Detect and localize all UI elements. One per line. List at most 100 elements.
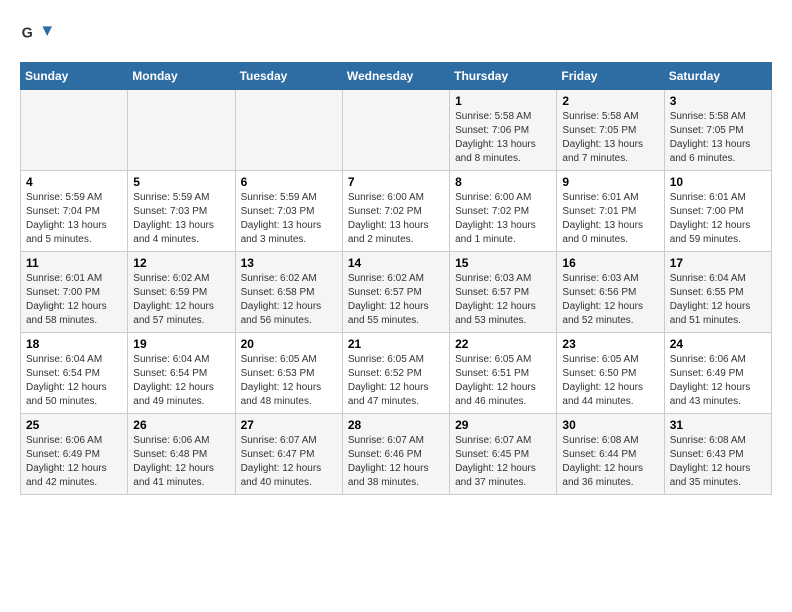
calendar-cell [21,90,128,171]
day-info: Sunrise: 6:05 AM Sunset: 6:51 PM Dayligh… [455,353,551,409]
day-info: Sunrise: 6:06 AM Sunset: 6:49 PM Dayligh… [670,353,766,409]
day-info: Sunrise: 6:05 AM Sunset: 6:53 PM Dayligh… [241,353,337,409]
weekday-saturday: Saturday [664,63,771,90]
day-number: 2 [562,94,658,108]
day-number: 9 [562,175,658,189]
day-number: 20 [241,337,337,351]
calendar-cell: 2Sunrise: 5:58 AM Sunset: 7:05 PM Daylig… [557,90,664,171]
calendar-cell: 20 Sunrise: 6:05 AM Sunset: 6:53 PM Dayli… [235,333,342,414]
calendar-cell: 8 Sunrise: 6:00 AM Sunset: 7:02 PM Daylig… [450,171,557,252]
calendar-cell: 21 Sunrise: 6:05 AM Sunset: 6:52 PM Dayli… [342,333,449,414]
calendar-body: 1 Sunrise: 5:58 AM Sunset: 7:06 PM Daylig… [21,90,772,495]
calendar-header: SundayMondayTuesdayWednesdayThursdayFrid… [21,63,772,90]
day-number: 3 [670,94,766,108]
calendar-cell [235,90,342,171]
day-info: Sunrise: 6:02 AM Sunset: 6:57 PM Dayligh… [348,272,444,328]
day-info: Sunrise: 6:02 AM Sunset: 6:58 PM Dayligh… [241,272,337,328]
day-number: 30 [562,418,658,432]
day-number: 5 [133,175,229,189]
day-info: Sunrise: 6:07 AM Sunset: 6:45 PM Dayligh… [455,434,551,490]
calendar-cell: 27Sunrise: 6:07 AM Sunset: 6:47 PM Dayli… [235,414,342,495]
calendar-cell: 29 Sunrise: 6:07 AM Sunset: 6:45 PM Dayli… [450,414,557,495]
weekday-wednesday: Wednesday [342,63,449,90]
svg-text:G: G [22,26,33,42]
logo: G [20,20,56,52]
day-number: 4 [26,175,122,189]
calendar-cell: 31 Sunrise: 6:08 AM Sunset: 6:43 PM Dayli… [664,414,771,495]
day-info: Sunrise: 6:05 AM Sunset: 6:50 PM Dayligh… [562,353,658,409]
day-info: Sunrise: 6:05 AM Sunset: 6:52 PM Dayligh… [348,353,444,409]
weekday-tuesday: Tuesday [235,63,342,90]
weekday-thursday: Thursday [450,63,557,90]
logo-icon: G [20,20,52,52]
calendar-cell: 26 Sunrise: 6:06 AM Sunset: 6:48 PM Dayli… [128,414,235,495]
day-info: Sunrise: 6:03 AM Sunset: 6:56 PM Dayligh… [562,272,658,328]
day-info: Sunrise: 6:06 AM Sunset: 6:49 PM Dayligh… [26,434,122,490]
day-info: Sunrise: 6:08 AM Sunset: 6:44 PM Dayligh… [562,434,658,490]
day-info: Sunrise: 6:04 AM Sunset: 6:55 PM Dayligh… [670,272,766,328]
calendar-cell: 28 Sunrise: 6:07 AM Sunset: 6:46 PM Dayli… [342,414,449,495]
day-number: 26 [133,418,229,432]
day-number: 19 [133,337,229,351]
day-number: 10 [670,175,766,189]
day-number: 16 [562,256,658,270]
day-info: Sunrise: 6:00 AM Sunset: 7:02 PM Dayligh… [455,191,551,247]
weekday-monday: Monday [128,63,235,90]
day-info: Sunrise: 6:07 AM Sunset: 6:47 PM Dayligh… [241,434,337,490]
calendar-table: SundayMondayTuesdayWednesdayThursdayFrid… [20,62,772,495]
calendar-cell: 5Sunrise: 5:59 AM Sunset: 7:03 PM Daylig… [128,171,235,252]
week-row-5: 25 Sunrise: 6:06 AM Sunset: 6:49 PM Dayli… [21,414,772,495]
day-number: 21 [348,337,444,351]
day-info: Sunrise: 6:01 AM Sunset: 7:00 PM Dayligh… [670,191,766,247]
page-header: G [20,20,772,52]
day-number: 13 [241,256,337,270]
day-number: 8 [455,175,551,189]
day-info: Sunrise: 6:03 AM Sunset: 6:57 PM Dayligh… [455,272,551,328]
calendar-cell: 19Sunrise: 6:04 AM Sunset: 6:54 PM Dayli… [128,333,235,414]
calendar-cell: 14Sunrise: 6:02 AM Sunset: 6:57 PM Dayli… [342,252,449,333]
calendar-cell: 22 Sunrise: 6:05 AM Sunset: 6:51 PM Dayli… [450,333,557,414]
calendar-cell: 9 Sunrise: 6:01 AM Sunset: 7:01 PM Daylig… [557,171,664,252]
day-number: 6 [241,175,337,189]
calendar-cell [128,90,235,171]
day-info: Sunrise: 6:00 AM Sunset: 7:02 PM Dayligh… [348,191,444,247]
weekday-friday: Friday [557,63,664,90]
day-info: Sunrise: 6:04 AM Sunset: 6:54 PM Dayligh… [26,353,122,409]
calendar-cell: 6 Sunrise: 5:59 AM Sunset: 7:03 PM Daylig… [235,171,342,252]
calendar-cell: 17 Sunrise: 6:04 AM Sunset: 6:55 PM Dayli… [664,252,771,333]
day-number: 17 [670,256,766,270]
day-number: 29 [455,418,551,432]
day-info: Sunrise: 6:01 AM Sunset: 7:00 PM Dayligh… [26,272,122,328]
calendar-cell: 16 Sunrise: 6:03 AM Sunset: 6:56 PM Dayli… [557,252,664,333]
week-row-1: 1 Sunrise: 5:58 AM Sunset: 7:06 PM Daylig… [21,90,772,171]
weekday-sunday: Sunday [21,63,128,90]
calendar-cell: 1 Sunrise: 5:58 AM Sunset: 7:06 PM Daylig… [450,90,557,171]
day-info: Sunrise: 5:58 AM Sunset: 7:06 PM Dayligh… [455,110,551,166]
day-number: 1 [455,94,551,108]
week-row-2: 4 Sunrise: 5:59 AM Sunset: 7:04 PM Daylig… [21,171,772,252]
calendar-cell: 11 Sunrise: 6:01 AM Sunset: 7:00 PM Dayli… [21,252,128,333]
calendar-cell [342,90,449,171]
day-number: 15 [455,256,551,270]
day-info: Sunrise: 5:59 AM Sunset: 7:03 PM Dayligh… [241,191,337,247]
calendar-cell: 13 Sunrise: 6:02 AM Sunset: 6:58 PM Dayli… [235,252,342,333]
day-number: 31 [670,418,766,432]
day-info: Sunrise: 5:59 AM Sunset: 7:04 PM Dayligh… [26,191,122,247]
day-info: Sunrise: 6:07 AM Sunset: 6:46 PM Dayligh… [348,434,444,490]
day-info: Sunrise: 5:58 AM Sunset: 7:05 PM Dayligh… [670,110,766,166]
calendar-cell: 4 Sunrise: 5:59 AM Sunset: 7:04 PM Daylig… [21,171,128,252]
calendar-cell: 23Sunrise: 6:05 AM Sunset: 6:50 PM Dayli… [557,333,664,414]
day-number: 28 [348,418,444,432]
calendar-cell: 7Sunrise: 6:00 AM Sunset: 7:02 PM Daylig… [342,171,449,252]
week-row-3: 11 Sunrise: 6:01 AM Sunset: 7:00 PM Dayli… [21,252,772,333]
calendar-cell: 3 Sunrise: 5:58 AM Sunset: 7:05 PM Daylig… [664,90,771,171]
day-number: 25 [26,418,122,432]
calendar-cell: 24Sunrise: 6:06 AM Sunset: 6:49 PM Dayli… [664,333,771,414]
calendar-cell: 15 Sunrise: 6:03 AM Sunset: 6:57 PM Dayli… [450,252,557,333]
weekday-row: SundayMondayTuesdayWednesdayThursdayFrid… [21,63,772,90]
day-info: Sunrise: 6:06 AM Sunset: 6:48 PM Dayligh… [133,434,229,490]
day-number: 11 [26,256,122,270]
day-info: Sunrise: 6:01 AM Sunset: 7:01 PM Dayligh… [562,191,658,247]
day-number: 22 [455,337,551,351]
day-info: Sunrise: 6:08 AM Sunset: 6:43 PM Dayligh… [670,434,766,490]
